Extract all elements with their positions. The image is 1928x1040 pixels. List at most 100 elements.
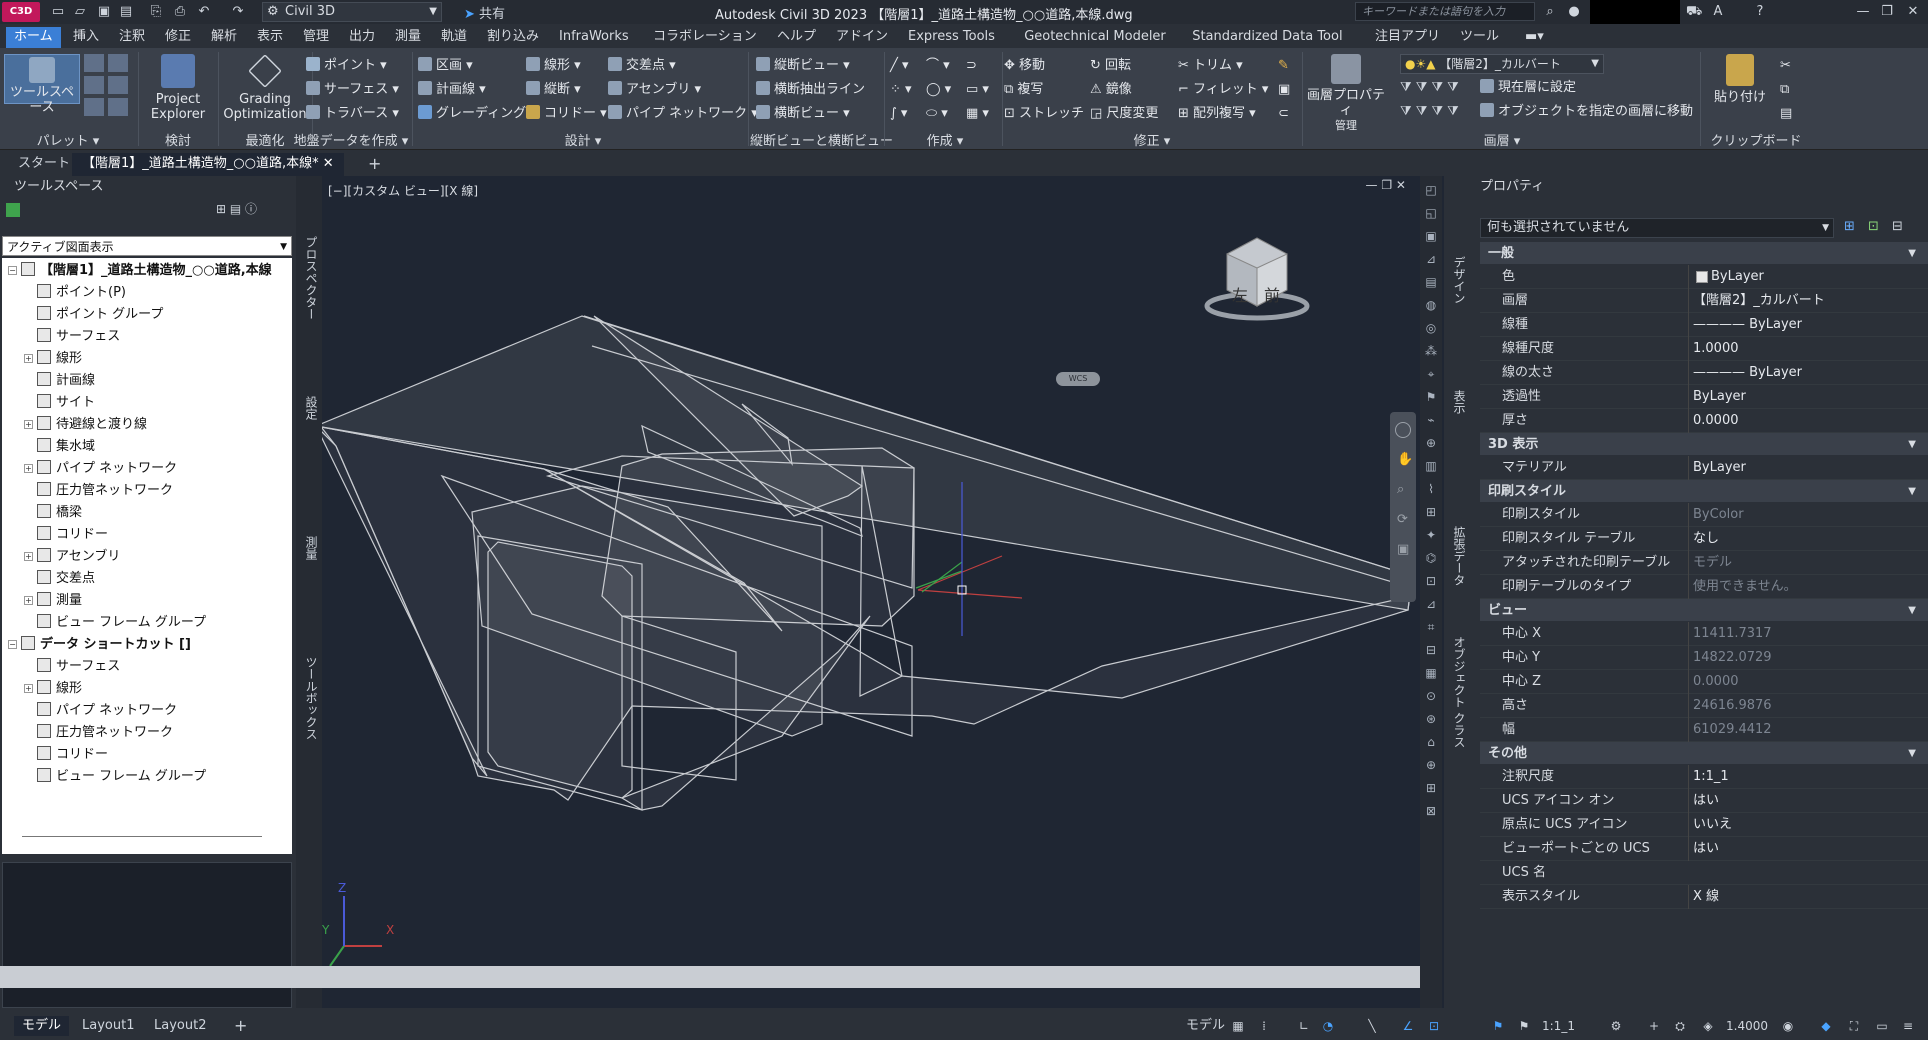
property-value[interactable]: 0.0000 xyxy=(1688,409,1918,433)
panel-label-design[interactable]: 設計 ▾ xyxy=(418,130,748,149)
property-row[interactable]: 厚さ 0.0000 xyxy=(1480,409,1928,433)
ribbon-item-trim[interactable]: ✂ トリム ▾ xyxy=(1178,56,1290,76)
tool-strip-icon[interactable]: ✦ xyxy=(1423,527,1439,543)
point-draw-icon[interactable]: ⁘ ▾ xyxy=(890,80,912,100)
panel-label-palette[interactable]: パレット ▾ xyxy=(0,130,136,149)
offset-icon[interactable]: ⊂ xyxy=(1278,104,1289,124)
tool-strip-icon[interactable]: ◎ xyxy=(1423,320,1439,336)
grid-icon[interactable]: ▦ xyxy=(1230,1018,1246,1034)
annotation-scale[interactable]: 1:1_1 xyxy=(1534,1016,1583,1036)
ortho-icon[interactable]: ∟ xyxy=(1296,1018,1312,1034)
ribbon-item-assembly[interactable]: アセンブリ ▾ xyxy=(608,80,748,100)
tree-node[interactable]: + 線形 xyxy=(24,348,82,370)
rectangle-icon[interactable]: ▭ ▾ xyxy=(966,80,989,100)
ribbon-tab[interactable]: 軌道 xyxy=(433,27,475,48)
tool-strip-icon[interactable]: ⌇ xyxy=(1423,481,1439,497)
palette-icon-2[interactable] xyxy=(108,54,128,72)
help-icon[interactable]: ? xyxy=(1752,4,1768,20)
tree-node[interactable]: ポイント(P) xyxy=(24,282,126,304)
property-row[interactable]: 表示スタイル X 線 xyxy=(1480,885,1928,909)
tree-node[interactable]: − 【階層1】_道路土構造物_○○道路,本線 xyxy=(8,260,272,282)
property-value[interactable]: ByLayer xyxy=(1688,385,1918,409)
pan-icon[interactable]: ✋ xyxy=(1397,452,1413,467)
ribbon-tab[interactable]: 注釈 xyxy=(111,27,153,48)
line-icon[interactable]: ╱ ▾ xyxy=(890,56,908,76)
collapse-icon[interactable]: ▼ xyxy=(1908,599,1916,622)
grading-optimization-button[interactable]: Grading Optimization xyxy=(222,54,308,122)
project-explorer-button[interactable]: Project Explorer xyxy=(142,54,214,122)
layout-tab-layout1[interactable]: Layout1 xyxy=(74,1016,142,1036)
panel-label-ground-data[interactable]: 地盤データを作成 ▾ xyxy=(290,130,412,149)
tree-node[interactable]: + パイプ ネットワーク xyxy=(24,458,177,480)
polyline-icon[interactable]: ⌒ ▾ xyxy=(926,56,950,76)
undo-icon[interactable]: ↶ xyxy=(196,4,212,20)
ribbon-item-mirror[interactable]: ⚠ 鏡像 xyxy=(1090,80,1178,100)
app-logo[interactable]: C3D xyxy=(2,2,40,22)
ribbon-tab[interactable]: ホーム xyxy=(6,27,61,48)
zoom-icon[interactable]: ⌕ xyxy=(1397,482,1404,497)
tree-node[interactable]: 計画線 xyxy=(24,370,95,392)
autodesk-a-icon[interactable]: A xyxy=(1710,4,1726,20)
hardware-acceleration-icon[interactable]: ◆ xyxy=(1818,1018,1834,1034)
ribbon-item-surface[interactable]: サーフェス ▾ xyxy=(306,80,410,100)
property-row[interactable]: 透過性 ByLayer xyxy=(1480,385,1928,409)
cut-icon[interactable]: ✂ xyxy=(1780,56,1791,76)
ribbon-item-section-view[interactable]: 横断ビュー ▾ xyxy=(756,104,876,124)
tree-node[interactable]: サーフェス xyxy=(24,326,120,348)
ribbon-tab[interactable]: 管理 xyxy=(295,27,337,48)
ribbon-tab[interactable]: コラボレーション xyxy=(645,27,765,48)
copy-clip-icon[interactable]: ⧉ xyxy=(1780,80,1789,100)
command-line[interactable] xyxy=(0,966,1420,988)
close-icon[interactable]: ✕ xyxy=(1900,2,1926,22)
tool-strip-icon[interactable]: ▤ xyxy=(1423,274,1439,290)
ribbon-tab[interactable]: Geotechnical Modeler xyxy=(1016,27,1174,48)
collapse-icon[interactable]: ▼ xyxy=(1908,433,1916,456)
showmotion-icon[interactable]: ▣ xyxy=(1397,542,1409,557)
toolspace-side-tab[interactable]: プロスペクター xyxy=(298,236,320,320)
polar-icon[interactable]: ◔ xyxy=(1320,1018,1336,1034)
tool-strip-icon[interactable]: ⁂ xyxy=(1423,343,1439,359)
ribbon-item-scale[interactable]: ◲ 尺度変更 xyxy=(1090,104,1178,124)
viewcube-icon[interactable] xyxy=(1202,234,1312,324)
property-value[interactable]: 1:1_1 xyxy=(1688,765,1918,789)
toolspace-title[interactable]: ツールスペース xyxy=(0,176,296,198)
tree-node[interactable]: 交差点 xyxy=(24,568,95,590)
ribbon-tab[interactable]: 挿入 xyxy=(65,27,107,48)
toolspace-toolbar-icons[interactable]: ⊞ ▤ ⓘ xyxy=(216,200,257,217)
tool-strip-icon[interactable]: ⊙ xyxy=(1423,688,1439,704)
property-value[interactable]: 1.0000 xyxy=(1688,337,1918,361)
new-tab-button[interactable]: + xyxy=(358,153,391,176)
ribbon-item-point[interactable]: ポイント ▾ xyxy=(306,56,410,76)
collapse-icon[interactable]: ▼ xyxy=(1908,242,1916,265)
palette-icon-5[interactable] xyxy=(84,98,104,116)
palette-icon-4[interactable] xyxy=(108,76,128,94)
tree-node[interactable]: コリドー xyxy=(24,744,108,766)
ribbon-tab[interactable]: Standardized Data Tool xyxy=(1184,27,1350,48)
redo-icon[interactable]: ↷ xyxy=(230,4,246,20)
save-as-icon[interactable]: ▤ xyxy=(118,4,134,20)
share-button[interactable]: ➤ 共有 xyxy=(464,3,505,22)
property-value[interactable]: なし xyxy=(1688,527,1918,551)
paste-button[interactable]: 貼り付け xyxy=(1704,54,1776,105)
expand-toggle-icon[interactable]: + xyxy=(24,464,33,473)
erase-icon[interactable]: ✎ xyxy=(1278,56,1289,76)
property-section-header[interactable]: 一般 ▼ xyxy=(1480,242,1928,265)
property-row[interactable]: 注釈尺度 1:1_1 xyxy=(1480,765,1928,789)
orbit-icon[interactable]: ⟳ xyxy=(1397,512,1408,527)
properties-title[interactable]: プロパティ xyxy=(1480,176,1544,198)
layout-tab-layout2[interactable]: Layout2 xyxy=(146,1016,214,1036)
property-row[interactable]: 中心 X 11411.7317 xyxy=(1480,622,1928,646)
property-section-header[interactable]: 印刷スタイル ▼ xyxy=(1480,480,1928,503)
tool-strip-icon[interactable]: ⊞ xyxy=(1423,780,1439,796)
ribbon-item-alignment[interactable]: 線形 ▾ xyxy=(526,56,608,76)
circle-icon[interactable]: ◯ ▾ xyxy=(926,80,951,100)
tool-strip-icon[interactable]: ⌬ xyxy=(1423,550,1439,566)
toggle-pickadd-icon[interactable]: ⊟ xyxy=(1892,219,1903,234)
ribbon-tab[interactable]: 測量 xyxy=(387,27,429,48)
property-row[interactable]: UCS 名 xyxy=(1480,861,1928,885)
lineweight-value[interactable]: 1.4000 xyxy=(1718,1016,1776,1036)
ribbon-item-traverse[interactable]: トラバース ▾ xyxy=(306,104,410,124)
toolspace-side-tab[interactable]: 設定 xyxy=(298,396,320,420)
expand-toggle-icon[interactable]: + xyxy=(24,684,33,693)
viewcube[interactable]: 左 前 xyxy=(1202,237,1312,324)
